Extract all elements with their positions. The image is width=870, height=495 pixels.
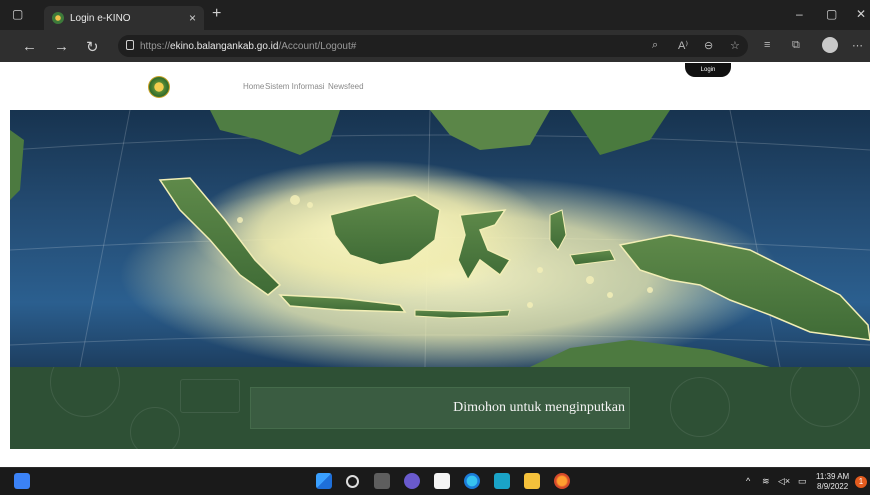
- profile-avatar-icon[interactable]: [822, 37, 838, 53]
- edge-browser-icon[interactable]: [464, 473, 480, 489]
- refresh-button[interactable]: ↻: [86, 38, 99, 56]
- browser-titlebar: ▢ Login e-KINO × + – ▢ ✕: [0, 0, 870, 30]
- announcement-banner: Dimohon untuk menginputkan: [10, 367, 870, 449]
- banner-message-box: Dimohon untuk menginputkan: [250, 387, 630, 429]
- file-explorer-icon[interactable]: [524, 473, 540, 489]
- widgets-icon[interactable]: [14, 473, 30, 489]
- search-icon[interactable]: [346, 475, 359, 488]
- browser-toolbar: ← → ↻ https://ekino.balangankab.go.id/Ac…: [0, 30, 870, 62]
- doodle-circle: [790, 367, 860, 427]
- notification-badge[interactable]: 1: [855, 476, 867, 488]
- task-view-icon[interactable]: [374, 473, 390, 489]
- windows-taskbar: ^ ≋ ◁× ▭ 11:39 AM 8/9/2022 1: [0, 467, 870, 495]
- zoom-icon[interactable]: ⊖: [704, 39, 713, 52]
- minimize-button[interactable]: –: [796, 7, 803, 21]
- firefox-icon[interactable]: [554, 473, 570, 489]
- lock-icon[interactable]: [126, 40, 134, 50]
- text-size-icon[interactable]: A⁾: [678, 39, 688, 52]
- nav-sistem-informasi[interactable]: Sistem Informasi: [265, 82, 325, 91]
- doodle-circle: [130, 407, 180, 449]
- doodle-circle: [50, 367, 120, 417]
- clock-time: 11:39 AM: [816, 472, 850, 481]
- calendar-icon[interactable]: [434, 473, 450, 489]
- indonesia-map-illustration: [10, 110, 870, 367]
- laptop-doodle-icon: [180, 379, 240, 413]
- favorites-bar-icon[interactable]: ≡: [764, 39, 770, 51]
- url-host: ekino.balangankab.go.id: [170, 40, 279, 52]
- clock-date: 8/9/2022: [817, 482, 849, 491]
- back-button[interactable]: ←: [22, 38, 37, 55]
- web-page: Home Sistem Informasi Newsfeed Login Dim…: [0, 62, 870, 467]
- read-aloud-icon[interactable]: ⌕: [652, 39, 658, 52]
- site-logo[interactable]: [148, 76, 170, 98]
- login-button[interactable]: Login: [685, 63, 731, 77]
- url-path: /Account/Logout#: [278, 40, 357, 52]
- start-menu-icon[interactable]: [316, 473, 332, 489]
- tray-chevron-icon[interactable]: ^: [746, 476, 750, 486]
- hero-map-image: [10, 110, 870, 367]
- system-clock[interactable]: 11:39 AM 8/9/2022: [816, 472, 849, 492]
- favorites-icon[interactable]: ☆: [730, 39, 740, 52]
- banner-message: Dimohon untuk menginputkan: [453, 400, 625, 415]
- wifi-icon[interactable]: ≋: [762, 476, 770, 487]
- powershell-icon[interactable]: [494, 473, 510, 489]
- new-tab-button[interactable]: +: [212, 5, 221, 23]
- tab-actions-icon[interactable]: ▢: [12, 7, 23, 21]
- nav-home[interactable]: Home: [243, 82, 264, 91]
- close-window-button[interactable]: ✕: [856, 7, 866, 21]
- battery-icon[interactable]: ▭: [798, 476, 807, 487]
- forward-button[interactable]: →: [54, 38, 69, 55]
- tab-title: Login e-KINO: [70, 12, 131, 24]
- doodle-circle: [670, 377, 730, 437]
- site-header: Home Sistem Informasi Newsfeed Login: [0, 62, 870, 110]
- volume-icon[interactable]: ◁×: [778, 476, 790, 487]
- maximize-button[interactable]: ▢: [826, 7, 837, 21]
- browser-tab[interactable]: Login e-KINO ×: [44, 6, 204, 30]
- collections-icon[interactable]: ⧉: [792, 39, 800, 52]
- teams-chat-icon[interactable]: [404, 473, 420, 489]
- more-icon[interactable]: ⋯: [852, 39, 863, 52]
- site-favicon-icon: [52, 12, 64, 24]
- tab-close-icon[interactable]: ×: [189, 11, 196, 25]
- nav-newsfeed[interactable]: Newsfeed: [328, 82, 364, 91]
- url-prefix: https://: [140, 40, 171, 52]
